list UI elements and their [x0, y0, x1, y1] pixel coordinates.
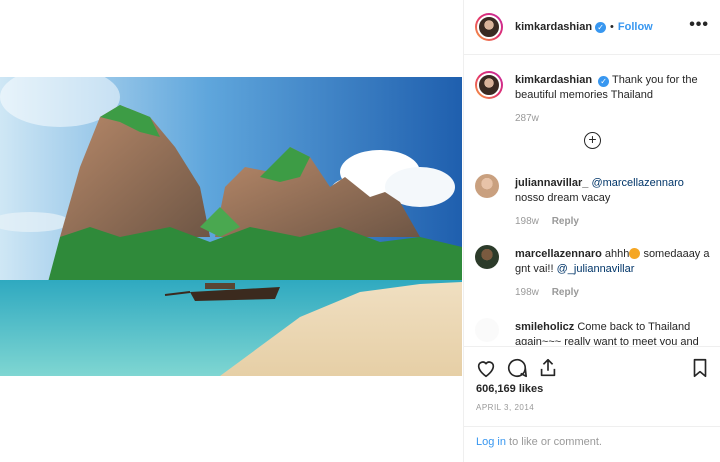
- comment-text: marcellazennaro ahhh somedaaay a gnt vai…: [515, 247, 710, 277]
- caption-timestamp[interactable]: 287w: [515, 113, 539, 124]
- comment-meta: 198w Reply: [515, 216, 579, 227]
- post-date: APRIL 3, 2014: [476, 403, 535, 412]
- commenter-avatar[interactable]: [475, 318, 499, 342]
- caption-avatar[interactable]: [475, 71, 503, 99]
- bookmark-icon[interactable]: [689, 357, 711, 379]
- beach-cliff-image: [0, 77, 462, 376]
- login-prompt-text: to like or comment.: [505, 436, 602, 448]
- login-link[interactable]: Log in: [476, 436, 506, 448]
- post-actions: 606,169 likes APRIL 3, 2014 Log in to li…: [464, 346, 720, 462]
- comment-username[interactable]: juliannavillar_: [515, 177, 588, 189]
- login-prompt: Log in to like or comment.: [464, 426, 720, 457]
- comment-mention[interactable]: @_juliannavillar: [557, 263, 635, 275]
- comment-meta: 198w Reply: [515, 287, 579, 298]
- header-separator: •: [610, 21, 614, 33]
- comment-username[interactable]: smileholicz: [515, 321, 574, 333]
- caption-text: kimkardashian ✓ Thank you for the beauti…: [515, 73, 710, 103]
- more-options-icon[interactable]: •••: [689, 17, 709, 33]
- comment-text: juliannavillar_ @marcellazennaro nosso d…: [515, 176, 710, 206]
- verified-badge-icon: ✓: [598, 76, 610, 87]
- commenter-avatar[interactable]: [475, 174, 499, 198]
- post-photo[interactable]: [0, 77, 462, 376]
- reply-button[interactable]: Reply: [552, 216, 579, 227]
- comment-message: nosso dream vacay: [515, 192, 611, 204]
- author-username[interactable]: kimkardashian: [515, 21, 592, 33]
- post-header: kimkardashian ✓ • Follow •••: [464, 0, 720, 55]
- likes-count[interactable]: 606,169 likes: [476, 383, 543, 395]
- comment-mention[interactable]: @marcellazennaro: [591, 177, 684, 189]
- comment-item: marcellazennaro ahhh somedaaay a gnt vai…: [475, 245, 710, 305]
- share-icon[interactable]: [537, 357, 559, 379]
- comment-message-start: ahhh: [604, 248, 630, 260]
- comment-item: juliannavillar_ @marcellazennaro nosso d…: [475, 174, 710, 234]
- heart-icon[interactable]: [475, 357, 497, 379]
- comment-timestamp[interactable]: 198w: [515, 216, 539, 227]
- load-more-comments-icon[interactable]: +: [584, 132, 601, 149]
- comment-timestamp[interactable]: 198w: [515, 287, 539, 298]
- heart-eyes-emoji-icon: [629, 248, 641, 259]
- verified-badge-icon: ✓: [595, 21, 607, 33]
- caption-username[interactable]: kimkardashian: [515, 74, 592, 86]
- header-title: kimkardashian ✓ • Follow: [515, 21, 653, 33]
- comment-username[interactable]: marcellazennaro: [515, 248, 602, 260]
- post-side-panel: kimkardashian ✓ • Follow ••• kimkardashi…: [463, 0, 720, 462]
- caption-time: 287w: [515, 113, 539, 124]
- follow-button[interactable]: Follow: [618, 21, 653, 33]
- comment-text: smileholicz Come back to Thailand again~…: [515, 320, 710, 345]
- reply-button[interactable]: Reply: [552, 287, 579, 298]
- commenter-avatar[interactable]: [475, 245, 499, 269]
- comment-icon[interactable]: [506, 357, 528, 379]
- comment-item: smileholicz Come back to Thailand again~…: [475, 318, 710, 345]
- comments-list[interactable]: kimkardashian ✓ Thank you for the beauti…: [464, 56, 720, 345]
- author-avatar[interactable]: [475, 13, 503, 41]
